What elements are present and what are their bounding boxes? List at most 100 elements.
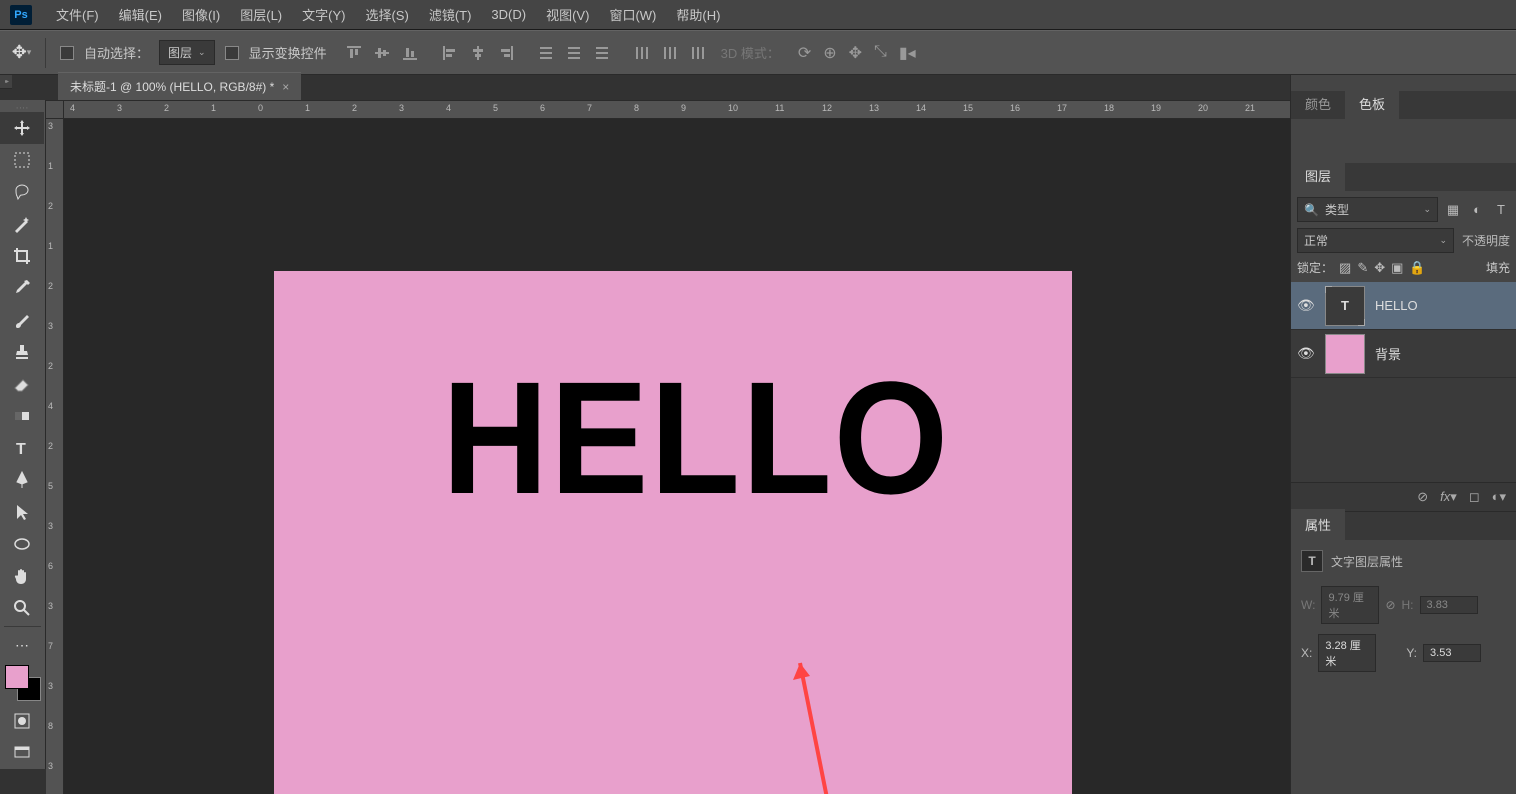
- eyedropper-tool[interactable]: [0, 272, 44, 304]
- tool-preset-picker[interactable]: ✥ ▾: [8, 38, 46, 68]
- gradient-tool[interactable]: [0, 400, 44, 432]
- canvas-text-hello[interactable]: HELLO: [442, 346, 950, 530]
- show-transform-checkbox[interactable]: [225, 46, 239, 60]
- zoom-tool[interactable]: [0, 592, 44, 624]
- type-tool[interactable]: T: [0, 432, 44, 464]
- menu-view[interactable]: 视图(V): [538, 1, 597, 28]
- rotate-icon[interactable]: ⊕: [823, 43, 836, 63]
- pen-tool[interactable]: [0, 464, 44, 496]
- distribute-bottom-icon[interactable]: [589, 40, 615, 66]
- options-bar: ✥ ▾ 自动选择： 图层 ⌄ 显示变换控件 3D 模式： ⟳ ⊕ ✥ ⤡ ▮◂: [0, 30, 1516, 75]
- tab-layers[interactable]: 图层: [1291, 160, 1345, 191]
- move-tool[interactable]: [0, 112, 44, 144]
- swatches-panel-body: [1291, 119, 1516, 163]
- auto-select-checkbox[interactable]: [60, 46, 74, 60]
- blend-mode-dropdown[interactable]: 正常 ⌄: [1297, 228, 1454, 253]
- lock-transparency-icon[interactable]: ▨: [1339, 260, 1351, 276]
- ruler-horizontal[interactable]: 432101234567891011121314151617181920212: [64, 101, 1290, 119]
- menu-help[interactable]: 帮助(H): [668, 1, 728, 28]
- menu-select[interactable]: 选择(S): [357, 1, 416, 28]
- align-left-icon[interactable]: [437, 40, 463, 66]
- ruler-corner: [46, 101, 64, 119]
- path-select-tool[interactable]: [0, 496, 44, 528]
- props-h-input[interactable]: 3.83: [1420, 596, 1478, 614]
- align-right-icon[interactable]: [493, 40, 519, 66]
- screen-mode-tool[interactable]: [0, 737, 44, 769]
- canvas-viewport[interactable]: HELLO: [64, 119, 1290, 794]
- dropdown-value: 正常: [1304, 232, 1328, 249]
- visibility-eye-icon[interactable]: 👁: [1297, 297, 1315, 314]
- crop-tool[interactable]: [0, 240, 44, 272]
- menu-window[interactable]: 窗口(W): [601, 1, 664, 28]
- lock-position-icon[interactable]: ✥: [1374, 260, 1385, 276]
- lock-artboard-icon[interactable]: ▣: [1391, 260, 1403, 276]
- magic-wand-tool[interactable]: [0, 208, 44, 240]
- align-bottom-icon[interactable]: [397, 40, 423, 66]
- brush-tool[interactable]: [0, 304, 44, 336]
- show-transform-label: 显示变换控件: [249, 43, 327, 62]
- eraser-tool[interactable]: [0, 368, 44, 400]
- ellipse-tool[interactable]: [0, 528, 44, 560]
- props-x-input[interactable]: 3.28 厘米: [1318, 634, 1376, 672]
- auto-select-target-dropdown[interactable]: 图层 ⌄: [159, 40, 215, 65]
- tab-properties[interactable]: 属性: [1291, 509, 1345, 540]
- camera-icon[interactable]: ▮◂: [899, 43, 916, 63]
- left-panel-collapse-grip[interactable]: [0, 75, 12, 89]
- menu-image[interactable]: 图像(I): [174, 1, 228, 28]
- orbit-icon[interactable]: ⟳: [798, 43, 811, 63]
- filter-pixel-icon[interactable]: ▦: [1444, 201, 1462, 219]
- layer-thumb-text[interactable]: T: [1325, 286, 1365, 326]
- layer-name[interactable]: HELLO: [1375, 298, 1418, 313]
- link-wh-icon[interactable]: ⊘: [1385, 598, 1395, 612]
- slide-icon[interactable]: ⤡: [874, 43, 887, 63]
- filter-adjust-icon[interactable]: ◐: [1468, 201, 1486, 219]
- align-hcenter-icon[interactable]: [465, 40, 491, 66]
- layer-row-hello[interactable]: 👁 T HELLO: [1291, 282, 1516, 330]
- distribute-vcenter-icon[interactable]: [561, 40, 587, 66]
- align-top-icon[interactable]: [341, 40, 367, 66]
- quick-mask-tool[interactable]: [0, 705, 44, 737]
- menu-file[interactable]: 文件(F): [48, 1, 107, 28]
- auto-select-label: 自动选择：: [84, 43, 149, 62]
- link-layers-icon[interactable]: ⊘: [1417, 489, 1428, 505]
- layer-name[interactable]: 背景: [1375, 344, 1401, 363]
- layer-row-background[interactable]: 👁 背景: [1291, 330, 1516, 378]
- color-swatches[interactable]: [5, 665, 41, 701]
- toolbox-grip[interactable]: ∙∙∙∙: [0, 102, 45, 112]
- menu-edit[interactable]: 编辑(E): [111, 1, 170, 28]
- visibility-eye-icon[interactable]: 👁: [1297, 345, 1315, 362]
- close-icon[interactable]: ×: [282, 80, 289, 94]
- distribute-hcenter-icon[interactable]: [657, 40, 683, 66]
- lock-all-icon[interactable]: 🔒: [1409, 260, 1425, 276]
- pan-icon[interactable]: ✥: [849, 43, 862, 63]
- tab-swatches[interactable]: 色板: [1345, 88, 1399, 119]
- edit-toolbar-tool[interactable]: ⋯: [0, 629, 44, 661]
- foreground-color-swatch[interactable]: [5, 665, 29, 689]
- ruler-vertical[interactable]: 31212324253637383: [46, 119, 64, 794]
- layer-mask-icon[interactable]: ◻: [1469, 489, 1480, 505]
- lock-paint-icon[interactable]: ✎: [1357, 260, 1368, 276]
- lasso-tool[interactable]: [0, 176, 44, 208]
- marquee-tool[interactable]: [0, 144, 44, 176]
- adjustment-layer-icon[interactable]: ◐▾: [1492, 489, 1506, 505]
- distribute-right-icon[interactable]: [685, 40, 711, 66]
- align-group-1: [341, 40, 423, 66]
- hand-tool[interactable]: [0, 560, 44, 592]
- distribute-left-icon[interactable]: [629, 40, 655, 66]
- filter-type-icon[interactable]: T: [1492, 201, 1510, 219]
- layer-fx-icon[interactable]: fx▾: [1440, 489, 1457, 505]
- align-vcenter-icon[interactable]: [369, 40, 395, 66]
- layer-filter-type-dropdown[interactable]: 🔍 类型 ⌄: [1297, 197, 1438, 222]
- distribute-top-icon[interactable]: [533, 40, 559, 66]
- layer-thumb-background[interactable]: [1325, 334, 1365, 374]
- menu-layer[interactable]: 图层(L): [232, 1, 290, 28]
- document-tab[interactable]: 未标题-1 @ 100% (HELLO, RGB/8#) * ×: [58, 72, 301, 100]
- stamp-tool[interactable]: [0, 336, 44, 368]
- tab-color[interactable]: 颜色: [1291, 88, 1345, 119]
- canvas[interactable]: HELLO: [274, 271, 1072, 794]
- props-y-input[interactable]: 3.53: [1423, 644, 1481, 662]
- props-w-input[interactable]: 9.79 厘米: [1321, 586, 1379, 624]
- menu-text[interactable]: 文字(Y): [294, 1, 353, 28]
- menu-3d[interactable]: 3D(D): [483, 3, 534, 26]
- menu-filter[interactable]: 滤镜(T): [421, 1, 480, 28]
